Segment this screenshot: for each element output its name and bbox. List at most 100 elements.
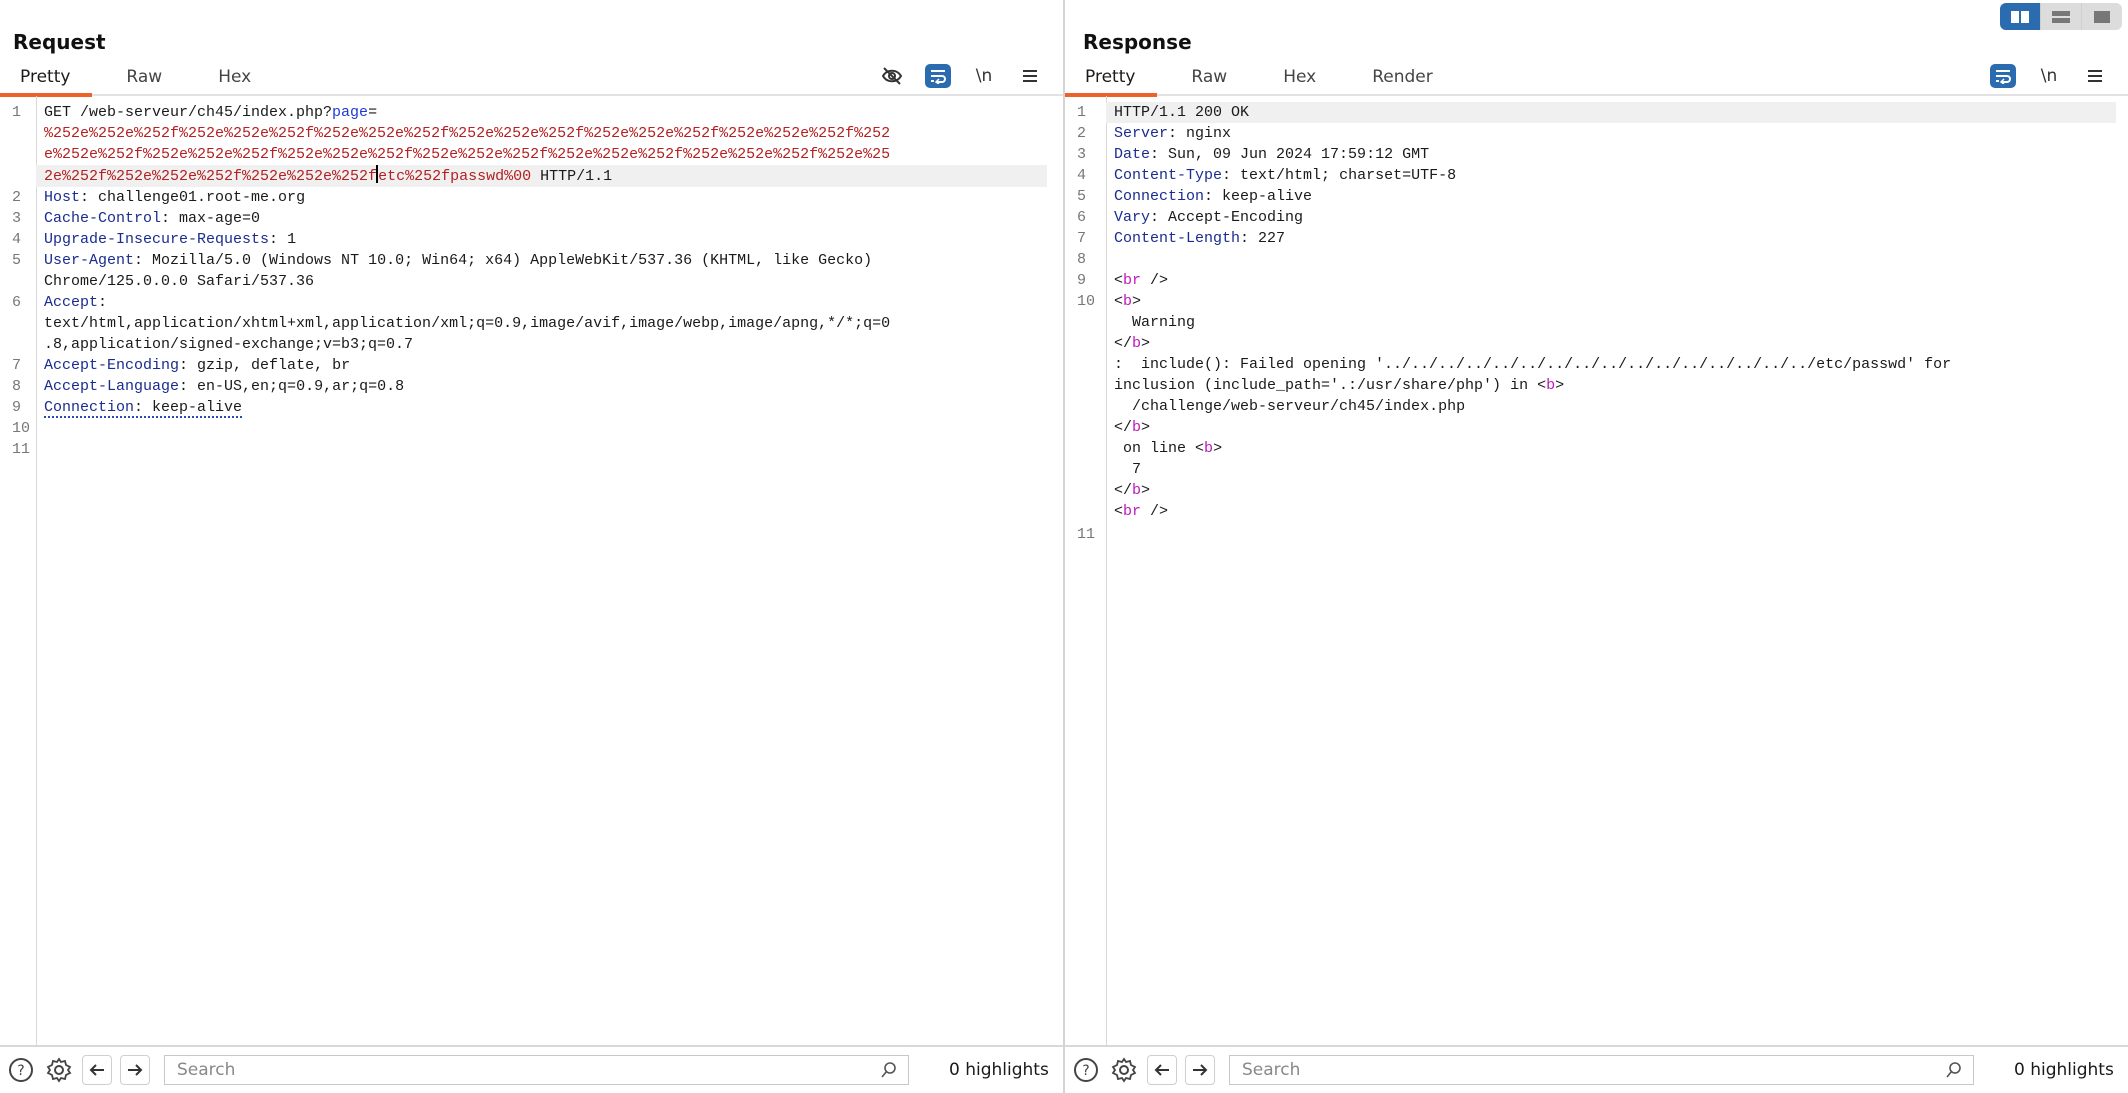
html-tag: b: [1132, 335, 1142, 352]
request-search-box: [164, 1055, 909, 1085]
http-version: HTTP/1.1: [531, 168, 613, 185]
html-tag: b: [1546, 377, 1556, 394]
error-message: : include(): Failed opening '../../../..…: [1114, 356, 1952, 373]
payload-segment: %252e%252e%252f%252e%252e%252f%252e%252e…: [44, 125, 891, 142]
response-body-wrap: </b>: [1114, 419, 1151, 436]
html-tag: b: [1132, 482, 1142, 499]
header-key: User-Agent: [44, 252, 135, 269]
header-key: Upgrade-Insecure-Requests: [44, 231, 270, 248]
request-tab-hex[interactable]: Hex: [218, 67, 251, 94]
request-line-1: 1 GET /web-serveur/ch45/index.php?page=: [12, 104, 378, 121]
arrow-right-icon: [1193, 1064, 1208, 1076]
request-header-wrap: .8,application/signed-exchange;v=b3;q=0.…: [36, 334, 1047, 355]
response-tools: \n: [1990, 64, 2108, 88]
response-code[interactable]: 1 HTTP/1.1 200 OK 2 Server: nginx 3 Date: S…: [1077, 102, 2116, 545]
request-header-line: 2 Host: challenge01.root-me.org: [12, 189, 306, 206]
response-search-input[interactable]: [1240, 1059, 1945, 1081]
response-menu-button[interactable]: [2082, 64, 2108, 88]
header-value: nginx: [1186, 125, 1232, 142]
response-wrap-lines-button[interactable]: [1990, 64, 2016, 88]
warning-text: Warning: [1132, 314, 1196, 331]
request-highlights-count: 0 highlights: [949, 1060, 1049, 1080]
wrap-lines-button[interactable]: [925, 64, 951, 88]
show-newlines-button[interactable]: \n: [971, 64, 997, 88]
arrow-right-icon: [128, 1064, 143, 1076]
help-icon: ?: [9, 1058, 33, 1082]
tag-bracket: <: [1114, 272, 1124, 289]
header-value: 227: [1258, 230, 1286, 247]
request-editor[interactable]: 1 GET /web-serveur/ch45/index.php?page= %…: [0, 96, 1063, 1045]
request-tab-pretty[interactable]: Pretty: [0, 67, 94, 97]
header-value: max-age=0: [179, 210, 261, 227]
response-tab-hex[interactable]: Hex: [1283, 67, 1316, 94]
request-search-next-button[interactable]: [120, 1055, 150, 1085]
response-body-wrap: <br />: [1114, 503, 1169, 520]
request-menu-button[interactable]: [1017, 64, 1043, 88]
query-equals: =: [368, 104, 378, 121]
request-code[interactable]: 1 GET /web-serveur/ch45/index.php?page= %…: [12, 102, 1047, 460]
response-header-line: 6 Vary: Accept-Encoding: [1077, 209, 1304, 226]
wrap-lines-icon: [931, 70, 946, 84]
response-show-newlines-button[interactable]: \n: [2036, 64, 2062, 88]
response-tab-pretty[interactable]: Pretty: [1064, 67, 1159, 97]
header-value: keep-alive: [1222, 188, 1313, 205]
html-tag: br: [1123, 272, 1142, 289]
request-tools: \n: [879, 64, 1043, 88]
header-value: challenge01.root-me.org: [98, 189, 306, 206]
request-method-path: GET /web-serveur/ch45/index.php?: [44, 104, 333, 121]
request-search-input[interactable]: [175, 1059, 880, 1081]
request-tab-raw[interactable]: Raw: [126, 67, 162, 94]
response-search-next-button[interactable]: [1185, 1055, 1215, 1085]
response-body-wrap: Warning: [1106, 312, 2116, 333]
newline-icon: \n: [2040, 66, 2058, 86]
header-value: keep-alive: [152, 399, 243, 416]
payload-segment: 2e%252f%252e%252e%252f%252e%252e%252f: [44, 168, 378, 185]
arrow-left-icon: [89, 1064, 104, 1076]
response-empty-line: 8: [1077, 251, 1087, 268]
request-search-prev-button[interactable]: [82, 1055, 112, 1085]
request-footer: ? 0 highlights: [0, 1045, 1063, 1093]
response-tab-raw[interactable]: Raw: [1191, 67, 1227, 94]
html-tag: b: [1204, 440, 1214, 457]
response-tabbar: Pretty Raw Hex Render \n: [1064, 54, 2128, 97]
response-help-button[interactable]: ?: [1071, 1055, 1101, 1085]
header-key: Accept-Encoding: [44, 357, 180, 374]
response-tab-render[interactable]: Render: [1372, 67, 1433, 94]
request-empty-line: 10: [12, 420, 31, 437]
request-line-1-wrap: 2e%252f%252e%252e%252f%252e%252e%252fetc…: [36, 165, 1047, 187]
gear-icon: [46, 1057, 72, 1083]
response-editor[interactable]: 1 HTTP/1.1 200 OK 2 Server: nginx 3 Date: S…: [1065, 96, 2128, 1045]
error-line-number: 7: [1132, 461, 1142, 478]
header-key: Connection: [44, 399, 135, 416]
response-empty-line: 11: [1077, 526, 1096, 543]
header-value: gzip, deflate, br: [197, 357, 351, 374]
response-body-wrap: : include(): Failed opening '../../../..…: [1106, 354, 2116, 375]
hide-nonprintable-button[interactable]: [879, 64, 905, 88]
request-settings-button[interactable]: [44, 1055, 74, 1085]
response-status-line: 1 HTTP/1.1 200 OK: [1077, 102, 2116, 123]
header-key: Accept-Language: [44, 378, 180, 395]
header-key: Content-Type: [1114, 167, 1223, 184]
search-icon[interactable]: [1945, 1061, 1963, 1079]
search-icon[interactable]: [880, 1061, 898, 1079]
header-value: Mozilla/5.0 (Windows NT 10.0; Win64; x64…: [152, 252, 873, 269]
header-key: Date: [1114, 146, 1151, 163]
html-tag: b: [1132, 419, 1142, 436]
response-search-prev-button[interactable]: [1147, 1055, 1177, 1085]
response-settings-button[interactable]: [1109, 1055, 1139, 1085]
response-body-wrap: 7: [1106, 459, 2116, 480]
response-body-wrap: </b>: [1114, 482, 1151, 499]
header-value: text/html; charset=UTF-8: [1240, 167, 1457, 184]
request-header-line: 3 Cache-Control: max-age=0: [12, 210, 261, 227]
wrap-lines-icon: [1996, 70, 2011, 84]
request-tabbar: Pretty Raw Hex \n: [0, 54, 1063, 97]
status-line-text: HTTP/1.1 200 OK: [1106, 102, 2116, 123]
request-empty-line: 11: [12, 441, 31, 458]
header-value: en-US,en;q=0.9,ar;q=0.8: [197, 378, 405, 395]
newline-icon: \n: [975, 66, 993, 86]
response-body-line: 9 <br />: [1077, 272, 1169, 289]
error-message: inclusion (include_path='.:/usr/share/ph…: [1114, 377, 1538, 394]
request-header-line: 7 Accept-Encoding: gzip, deflate, br: [12, 357, 351, 374]
request-help-button[interactable]: ?: [6, 1055, 36, 1085]
header-key: Connection: [1114, 188, 1205, 205]
